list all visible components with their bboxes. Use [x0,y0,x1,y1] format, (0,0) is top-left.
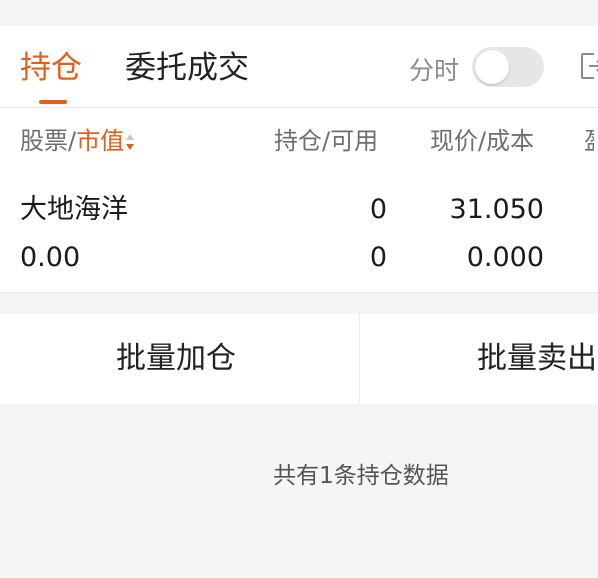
market-value: 0.00 [20,242,81,273]
batch-add-button[interactable]: 批量加仓 [116,314,236,404]
available-qty: 0 [369,242,387,273]
tab-orders-trades[interactable]: 委托成交 [125,48,249,88]
active-tab-indicator [39,100,67,104]
column-header-position: 持仓/可用 [274,127,379,155]
top-spacer [0,0,598,26]
header-stock-label: 股票 [20,127,68,155]
column-header-price: 现价/成本 [430,127,535,155]
tab-bar: 持仓 委托成交 分时 [0,26,598,108]
batch-sell-button[interactable]: 批量卖出 [477,314,597,404]
header-separator: / [68,127,77,155]
stock-name: 大地海洋 [20,194,128,225]
column-header-stock: 股票/市值 [20,126,135,156]
header-market-value-sort[interactable]: 市值 [76,127,124,155]
cost-price: 0.000 [466,242,544,273]
timeshare-toggle[interactable] [472,47,544,87]
holdings-count-summary: 共有1条持仓数据 [0,461,598,491]
action-divider [359,314,360,404]
column-header-more-clipped: 盈 [584,126,594,156]
current-price: 31.050 [449,194,544,225]
position-qty: 0 [369,194,387,225]
toggle-knob [475,50,509,84]
tab-positions[interactable]: 持仓 [20,48,82,88]
holdings-list: 股票/市值 持仓/可用 现价/成本 盈 大地海洋 0.00 0 0 31.050… [0,108,598,293]
sort-icon[interactable] [125,132,135,152]
export-icon[interactable] [580,52,598,80]
batch-actions-bar: 批量加仓 批量卖出 [0,314,598,404]
summary-text: 共有1条持仓数据 [273,463,449,489]
timeshare-toggle-label: 分时 [409,56,460,85]
